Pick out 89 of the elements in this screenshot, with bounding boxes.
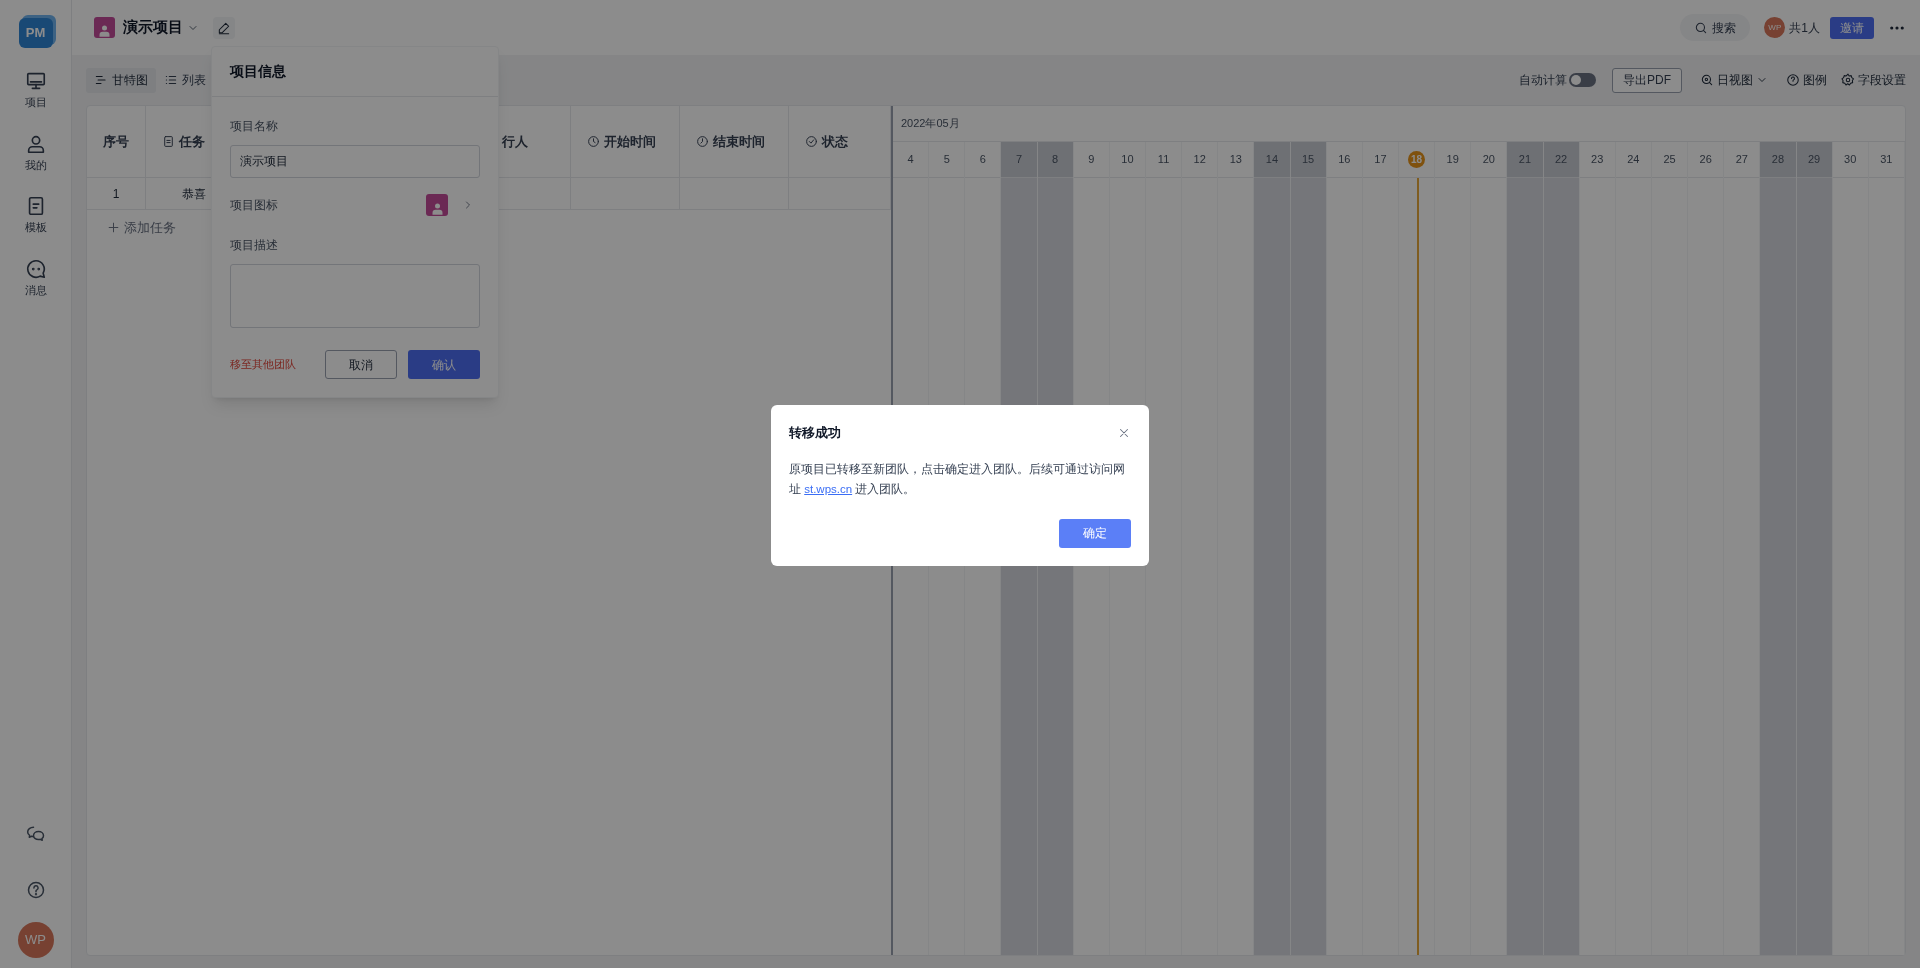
day-label: 29: [1807, 152, 1821, 168]
field-label: 项目图标: [230, 197, 278, 214]
view-mode-dropdown[interactable]: 日视图: [1700, 71, 1768, 89]
dialog-title: 转移成功: [789, 424, 841, 442]
column-header: 开始时间: [604, 132, 656, 151]
day-label: 5: [943, 152, 950, 168]
day-label: 23: [1591, 152, 1604, 168]
day-label: 19: [1446, 152, 1459, 168]
day-label: 13: [1229, 152, 1242, 168]
view-tab[interactable]: 列表: [156, 67, 214, 93]
view-tab[interactable]: 甘特图: [86, 67, 156, 93]
wechat-icon[interactable]: [25, 824, 46, 844]
chat-bubble-icon: [24, 257, 47, 280]
project-title-dropdown[interactable]: 演示项目: [123, 16, 199, 39]
add-task-button[interactable]: 添加任务: [107, 218, 176, 238]
clock-icon: [587, 135, 600, 148]
clock-icon: [696, 135, 709, 148]
list-icon: [164, 73, 178, 87]
help-icon: [1786, 73, 1800, 87]
settings-icon: [1841, 73, 1855, 87]
field-label: 项目描述: [230, 237, 278, 254]
day-label: 12: [1193, 152, 1206, 168]
table-cell-text: 恭喜: [182, 185, 206, 203]
day-label: 8: [1052, 152, 1059, 168]
sidebar-nav-item[interactable]: 模板: [24, 195, 47, 236]
day-label: 14: [1265, 152, 1279, 168]
day-label: 22: [1554, 152, 1568, 168]
day-label: 25: [1663, 152, 1676, 168]
day-label: 24: [1627, 152, 1640, 168]
day-label: 6: [979, 152, 986, 168]
check-circle-icon: [805, 135, 818, 148]
project-description-input[interactable]: [230, 264, 480, 328]
column-header: 结束时间: [713, 132, 765, 151]
confirm-button[interactable]: 确认: [408, 350, 480, 379]
dialog-message: 原项目已转移至新团队，点击确定进入团队。后续可通过访问网址 st.wps.cn 进入团队。: [789, 461, 1126, 497]
day-label: 15: [1302, 152, 1315, 168]
column-header: 状态: [822, 132, 848, 151]
month-label: 2022年05月: [901, 116, 960, 132]
project-name-input[interactable]: 演示项目: [230, 145, 480, 178]
day-label: 20: [1482, 152, 1495, 168]
table-cell-text: 1: [112, 185, 120, 203]
legend-button[interactable]: 图例: [1786, 71, 1827, 89]
ok-button[interactable]: 确定: [1059, 518, 1131, 548]
day-label: 17: [1374, 152, 1387, 168]
day-label: 7: [1015, 152, 1023, 168]
invite-button[interactable]: 邀请: [1830, 16, 1874, 39]
help-icon[interactable]: [25, 880, 46, 900]
field-label: 项目名称: [230, 118, 278, 135]
day-label: 28: [1771, 152, 1785, 168]
column-header: 序号: [103, 132, 129, 151]
day-label: 16: [1338, 152, 1351, 168]
auto-calc-toggle[interactable]: [1569, 73, 1596, 87]
plus-icon: [107, 221, 120, 235]
day-label: 26: [1699, 152, 1712, 168]
export-pdf-button[interactable]: 导出PDF: [1612, 67, 1682, 93]
day-label: 30: [1844, 152, 1857, 168]
today-date-marker: 18: [1408, 151, 1426, 168]
sidebar-nav-item[interactable]: 我的: [24, 132, 47, 173]
day-label: 10: [1121, 152, 1134, 168]
app-logo: PM: [18, 18, 53, 48]
member-count[interactable]: 共1人: [1789, 18, 1820, 37]
pencil-icon: [217, 20, 231, 35]
website-link[interactable]: st.wps.cn: [804, 482, 853, 495]
field-settings-button[interactable]: 字段设置: [1841, 71, 1906, 89]
sidebar-nav-item[interactable]: 消息: [24, 257, 47, 298]
day-label: 27: [1735, 152, 1748, 168]
search-button[interactable]: 搜索: [1680, 14, 1751, 41]
day-label: 11: [1157, 152, 1170, 168]
document-icon: [162, 135, 175, 148]
zoom-icon: [1700, 73, 1714, 87]
day-label: 31: [1880, 152, 1893, 168]
search-icon: [1694, 20, 1709, 35]
person-icon: [97, 23, 112, 38]
cancel-button[interactable]: 取消: [325, 350, 397, 379]
edit-button[interactable]: [213, 16, 235, 39]
move-to-team-link[interactable]: 移至其他团队: [230, 356, 296, 373]
column-header: 行人: [502, 132, 528, 151]
column-header: 任务: [179, 132, 205, 151]
member-avatar: WP: [1764, 17, 1786, 38]
popup-title: 项目信息: [230, 62, 286, 81]
monitor-icon: [24, 70, 47, 92]
day-label: 4: [907, 152, 914, 168]
day-label: 9: [1088, 152, 1095, 168]
project-icon[interactable]: [94, 17, 115, 38]
sidebar-nav-item[interactable]: 项目: [24, 70, 47, 111]
project-icon-picker[interactable]: [426, 194, 448, 216]
auto-calc-label: 自动计算: [1519, 72, 1567, 89]
day-label: 21: [1518, 152, 1532, 168]
gantt-bars-icon: [94, 73, 108, 87]
